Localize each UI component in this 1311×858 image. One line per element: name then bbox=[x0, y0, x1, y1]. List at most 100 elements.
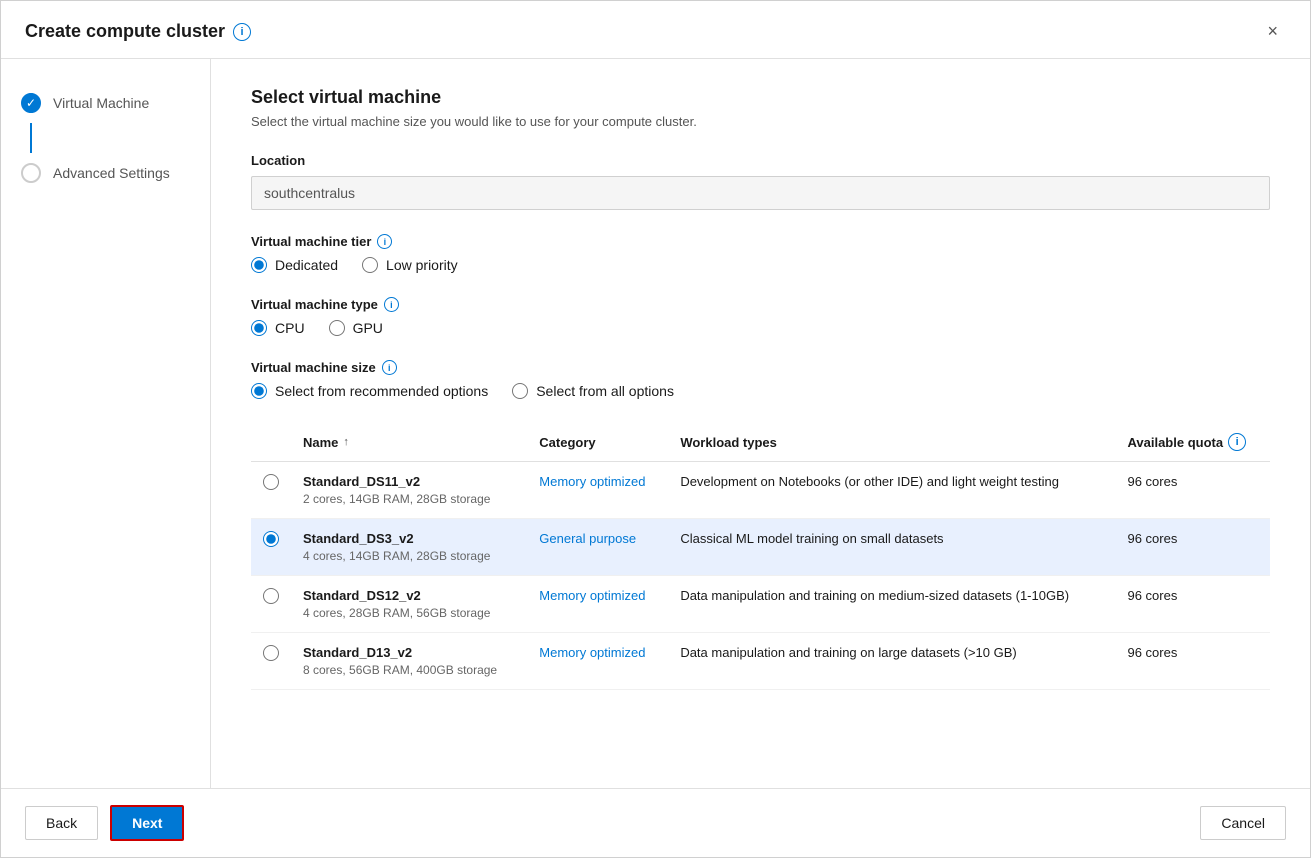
row-category-ds3v2[interactable]: General purpose bbox=[527, 519, 668, 576]
sidebar-item-advanced-settings[interactable]: Advanced Settings bbox=[1, 153, 210, 193]
row-quota-ds11v2: 96 cores bbox=[1115, 462, 1270, 519]
vm-type-field-group: Virtual machine type i CPU GPU bbox=[251, 297, 1270, 336]
category-link-ds12v2[interactable]: Memory optimized bbox=[539, 588, 645, 603]
row-radio-cell-ds12v2[interactable] bbox=[251, 576, 291, 633]
row-name-ds3v2: Standard_DS3_v2 4 cores, 14GB RAM, 28GB s… bbox=[291, 519, 527, 576]
row-radio-ds11v2[interactable] bbox=[263, 474, 279, 490]
location-field-group: Location bbox=[251, 153, 1270, 210]
row-radio-cell-d13v2[interactable] bbox=[251, 633, 291, 690]
quota-info-icon[interactable]: i bbox=[1228, 433, 1246, 451]
th-quota-content: Available quota i bbox=[1127, 433, 1258, 451]
category-link-d13v2[interactable]: Memory optimized bbox=[539, 645, 645, 660]
close-button[interactable]: × bbox=[1259, 17, 1286, 46]
table-row[interactable]: Standard_DS3_v2 4 cores, 14GB RAM, 28GB s… bbox=[251, 519, 1270, 576]
th-workload: Workload types bbox=[668, 423, 1115, 462]
sidebar-label-virtual-machine: Virtual Machine bbox=[53, 95, 149, 111]
vm-size-all-option[interactable]: Select from all options bbox=[512, 383, 674, 399]
dialog-title: Create compute cluster bbox=[25, 21, 225, 42]
vm-size-all-radio[interactable] bbox=[512, 383, 528, 399]
vm-size-field-group: Virtual machine size i Select from recom… bbox=[251, 360, 1270, 399]
vm-specs-text: 2 cores, 14GB RAM, 28GB storage bbox=[303, 492, 490, 506]
dialog-header: Create compute cluster i × bbox=[1, 1, 1310, 59]
dialog-info-icon[interactable]: i bbox=[233, 23, 251, 41]
row-workload-d13v2: Data manipulation and training on large … bbox=[668, 633, 1115, 690]
row-radio-ds12v2[interactable] bbox=[263, 588, 279, 604]
vm-tier-lowpriority-radio[interactable] bbox=[362, 257, 378, 273]
dialog-container: Create compute cluster i × ✓ Virtual Mac… bbox=[0, 0, 1311, 858]
table-header-row: Name ↑ Category Workload types Available… bbox=[251, 423, 1270, 462]
row-radio-cell-ds11v2[interactable] bbox=[251, 462, 291, 519]
row-workload-ds11v2: Development on Notebooks (or other IDE) … bbox=[668, 462, 1115, 519]
vm-type-cpu-label: CPU bbox=[275, 320, 305, 336]
vm-tier-label: Virtual machine tier i bbox=[251, 234, 1270, 249]
vm-type-gpu-label: GPU bbox=[353, 320, 383, 336]
th-quota: Available quota i bbox=[1115, 423, 1270, 462]
table-row[interactable]: Standard_DS12_v24 cores, 28GB RAM, 56GB … bbox=[251, 576, 1270, 633]
row-radio-d13v2[interactable] bbox=[263, 645, 279, 661]
row-name-ds12v2: Standard_DS12_v24 cores, 28GB RAM, 56GB … bbox=[291, 576, 527, 633]
category-link-ds3v2[interactable]: General purpose bbox=[539, 531, 636, 546]
vm-size-info-icon[interactable]: i bbox=[382, 360, 397, 375]
row-radio-ds3v2[interactable] bbox=[263, 531, 279, 547]
row-workload-ds12v2: Data manipulation and training on medium… bbox=[668, 576, 1115, 633]
back-button[interactable]: Back bbox=[25, 806, 98, 840]
vm-type-cpu-option[interactable]: CPU bbox=[251, 320, 305, 336]
category-link-ds11v2[interactable]: Memory optimized bbox=[539, 474, 645, 489]
section-title: Select virtual machine bbox=[251, 87, 1270, 108]
vm-specs-text: 4 cores, 28GB RAM, 56GB storage bbox=[303, 606, 490, 620]
vm-tier-dedicated-option[interactable]: Dedicated bbox=[251, 257, 338, 273]
vm-specs-text: 4 cores, 14GB RAM, 28GB storage bbox=[303, 549, 490, 563]
row-workload-ds3v2: Classical ML model training on small dat… bbox=[668, 519, 1115, 576]
vm-tier-info-icon[interactable]: i bbox=[377, 234, 392, 249]
vm-type-label: Virtual machine type i bbox=[251, 297, 1270, 312]
vm-size-radio-group: Select from recommended options Select f… bbox=[251, 383, 1270, 399]
sort-arrow-name[interactable]: ↑ bbox=[343, 436, 349, 448]
table-row[interactable]: Standard_DS11_v2 2 cores, 14GB RAM, 28GB … bbox=[251, 462, 1270, 519]
vm-type-gpu-radio[interactable] bbox=[329, 320, 345, 336]
section-subtitle: Select the virtual machine size you woul… bbox=[251, 114, 1270, 129]
vm-tier-radio-group: Dedicated Low priority bbox=[251, 257, 1270, 273]
vm-table: Name ↑ Category Workload types Available… bbox=[251, 423, 1270, 690]
vm-tier-dedicated-radio[interactable] bbox=[251, 257, 267, 273]
vm-specs-text: 8 cores, 56GB RAM, 400GB storage bbox=[303, 663, 497, 677]
vm-name-text: Standard_DS11_v2 bbox=[303, 474, 515, 489]
row-radio-cell-ds3v2[interactable] bbox=[251, 519, 291, 576]
vm-tier-lowpriority-option[interactable]: Low priority bbox=[362, 257, 458, 273]
dialog-title-row: Create compute cluster i bbox=[25, 21, 251, 42]
vm-size-recommended-option[interactable]: Select from recommended options bbox=[251, 383, 488, 399]
th-select bbox=[251, 423, 291, 462]
dialog-body: ✓ Virtual Machine Advanced Settings Sele… bbox=[1, 59, 1310, 788]
vm-table-body: Standard_DS11_v2 2 cores, 14GB RAM, 28GB … bbox=[251, 462, 1270, 690]
location-input[interactable] bbox=[251, 176, 1270, 210]
row-category-ds11v2[interactable]: Memory optimized bbox=[527, 462, 668, 519]
sidebar-connector bbox=[30, 123, 32, 153]
vm-tier-lowpriority-label: Low priority bbox=[386, 257, 458, 273]
vm-name-text: Standard_D13_v2 bbox=[303, 645, 515, 660]
row-category-d13v2[interactable]: Memory optimized bbox=[527, 633, 668, 690]
vm-size-all-label: Select from all options bbox=[536, 383, 674, 399]
next-button[interactable]: Next bbox=[110, 805, 184, 841]
location-label: Location bbox=[251, 153, 1270, 168]
row-quota-ds12v2: 96 cores bbox=[1115, 576, 1270, 633]
sidebar-item-virtual-machine[interactable]: ✓ Virtual Machine bbox=[1, 83, 210, 123]
main-content: Select virtual machine Select the virtua… bbox=[211, 59, 1310, 788]
step-circle-virtual-machine: ✓ bbox=[21, 93, 41, 113]
row-quota-d13v2: 96 cores bbox=[1115, 633, 1270, 690]
vm-type-radio-group: CPU GPU bbox=[251, 320, 1270, 336]
sidebar: ✓ Virtual Machine Advanced Settings bbox=[1, 59, 211, 788]
vm-type-cpu-radio[interactable] bbox=[251, 320, 267, 336]
vm-type-gpu-option[interactable]: GPU bbox=[329, 320, 383, 336]
vm-name-text: Standard_DS3_v2 bbox=[303, 531, 515, 546]
vm-size-recommended-radio[interactable] bbox=[251, 383, 267, 399]
vm-type-info-icon[interactable]: i bbox=[384, 297, 399, 312]
dialog-footer: Back Next Cancel bbox=[1, 788, 1310, 857]
step-circle-advanced-settings bbox=[21, 163, 41, 183]
vm-size-label: Virtual machine size i bbox=[251, 360, 1270, 375]
row-name-ds11v2: Standard_DS11_v2 2 cores, 14GB RAM, 28GB … bbox=[291, 462, 527, 519]
row-quota-ds3v2: 96 cores bbox=[1115, 519, 1270, 576]
row-category-ds12v2[interactable]: Memory optimized bbox=[527, 576, 668, 633]
check-icon: ✓ bbox=[23, 93, 39, 113]
table-row[interactable]: Standard_D13_v2 8 cores, 56GB RAM, 400GB … bbox=[251, 633, 1270, 690]
th-name-content: Name ↑ bbox=[303, 435, 515, 450]
cancel-button[interactable]: Cancel bbox=[1200, 806, 1286, 840]
